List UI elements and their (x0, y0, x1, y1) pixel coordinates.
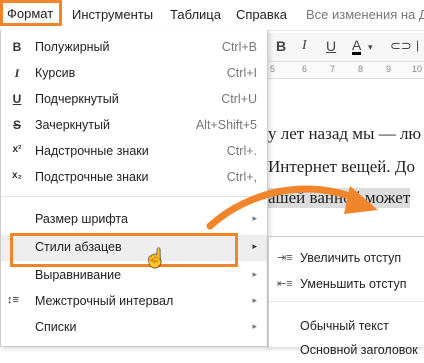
menu-item-label: Надстрочные знаки (35, 144, 149, 158)
ruler-tick: 10 (412, 64, 423, 74)
submenu-item-label: Уменьшить отступ (300, 277, 407, 291)
chevron-right-icon: ▸ (252, 213, 257, 223)
shortcut: Alt+Shift+5 (195, 118, 257, 132)
superscript-icon: x² (12, 144, 22, 155)
chevron-right-icon: ▸ (252, 269, 257, 279)
ruler-tick: 7 (330, 64, 336, 74)
menu-item-subscript[interactable]: x₂ Подстрочные знаки Ctrl+, (1, 165, 267, 191)
increase-indent-icon: ⇥≡ (277, 252, 293, 264)
format-menu: B Полужирный Ctrl+B I Курсив Ctrl+I U По… (0, 30, 268, 347)
menu-help[interactable]: Справка (236, 0, 287, 30)
menu-table[interactable]: Таблица (170, 0, 221, 30)
underline-icon: U (12, 92, 22, 106)
formatting-toolbar: B I U A ▾ ⊂⊃ | (268, 33, 424, 62)
italic-button[interactable]: I (302, 38, 307, 54)
menu-item-label: Полужирный (35, 40, 110, 54)
menu-divider (269, 301, 424, 302)
shortcut: Ctrl+, (226, 170, 257, 184)
decrease-indent-icon: ⇤≡ (277, 278, 293, 290)
ruler: 5 6 7 8 9 10 (268, 62, 424, 79)
ruler-tick: 6 (302, 64, 308, 74)
menu-format-label: Формат (7, 6, 54, 21)
bold-icon: B (12, 40, 22, 54)
menu-item-label: Выравнивание (35, 268, 122, 282)
submenu-item-label: Основной заголовок (300, 343, 418, 357)
menu-item-label: Списки (35, 320, 77, 334)
submenu-item-decrease-indent[interactable]: ⇤≡ Уменьшить отступ (269, 271, 424, 297)
menu-item-font-size[interactable]: Размер шрифта ▸ (1, 207, 267, 233)
menu-item-label: Межстрочный интервал (35, 294, 174, 308)
save-status: Все изменения на Д (306, 7, 424, 22)
ruler-tick: 8 (358, 64, 364, 74)
submenu-item-increase-indent[interactable]: ⇥≡ Увеличить отступ (269, 245, 424, 271)
menu-item-superscript[interactable]: x² Надстрочные знаки Ctrl+. (1, 139, 267, 165)
menu-item-label: Подчеркнутый (35, 92, 119, 106)
hand-cursor-icon: ☝ (144, 248, 167, 268)
link-icon[interactable]: ⊂⊃ (390, 38, 412, 54)
submenu-item-label: Увеличить отступ (300, 251, 402, 265)
bold-button[interactable]: B (276, 38, 286, 54)
submenu-item-normal-text[interactable]: Обычный текст (269, 313, 424, 339)
menu-item-label: Размер шрифта (35, 212, 128, 226)
more-icon[interactable]: | (416, 38, 419, 52)
highlight-box (10, 233, 238, 267)
menu-format[interactable]: Формат (0, 0, 62, 26)
submenu-item-title[interactable]: Основной заголовок (269, 337, 424, 363)
shortcut: Ctrl+U (221, 92, 257, 106)
submenu-item-label: Обычный текст (300, 319, 389, 333)
menu-item-lists[interactable]: Списки ▸ (1, 315, 267, 341)
menu-item-underline[interactable]: U Подчеркнутый Ctrl+U (1, 87, 267, 113)
paragraph-styles-submenu: ⇥≡ Увеличить отступ ⇤≡ Уменьшить отступ … (268, 236, 424, 357)
menu-item-bold[interactable]: B Полужирный Ctrl+B (1, 35, 267, 61)
menu-bar: Формат Инструменты Таблица Справка Все и… (0, 0, 424, 31)
shortcut: Ctrl+B (221, 40, 257, 54)
menu-tools[interactable]: Инструменты (72, 0, 153, 30)
chevron-right-icon: ▸ (252, 321, 257, 331)
menu-item-italic[interactable]: I Курсив Ctrl+I (1, 61, 267, 87)
chevron-right-icon: ▸ (252, 241, 257, 251)
document-line[interactable]: у лет назад мы — лю (268, 124, 421, 144)
text-color-dropdown-icon[interactable]: ▾ (368, 42, 373, 53)
menu-item-line-spacing[interactable]: ↕≡ Межстрочный интервал ▸ (1, 289, 267, 315)
document-line[interactable]: Интернет вещей. До (268, 157, 415, 177)
subscript-icon: x₂ (11, 170, 22, 181)
chevron-right-icon: ▸ (252, 295, 257, 305)
menu-divider (1, 196, 267, 197)
menu-item-strikethrough[interactable]: S Зачеркнутый Alt+Shift+5 (1, 113, 267, 139)
ruler-tick: 9 (386, 64, 392, 74)
text-color-button[interactable]: A (352, 38, 362, 55)
shortcut: Ctrl+I (226, 66, 257, 80)
strikethrough-icon: S (12, 118, 21, 132)
italic-icon: I (14, 66, 20, 80)
shortcut: Ctrl+. (226, 144, 257, 158)
underline-button[interactable]: U (326, 38, 336, 54)
menu-item-label: Подстрочные знаки (35, 170, 149, 184)
menu-item-label: Зачеркнутый (35, 118, 110, 132)
menu-item-label: Курсив (35, 66, 76, 80)
document-line-selected[interactable]: ашей ванной может (268, 188, 411, 208)
ruler-tick: 5 (270, 64, 276, 74)
line-spacing-icon: ↕≡ (7, 294, 19, 306)
